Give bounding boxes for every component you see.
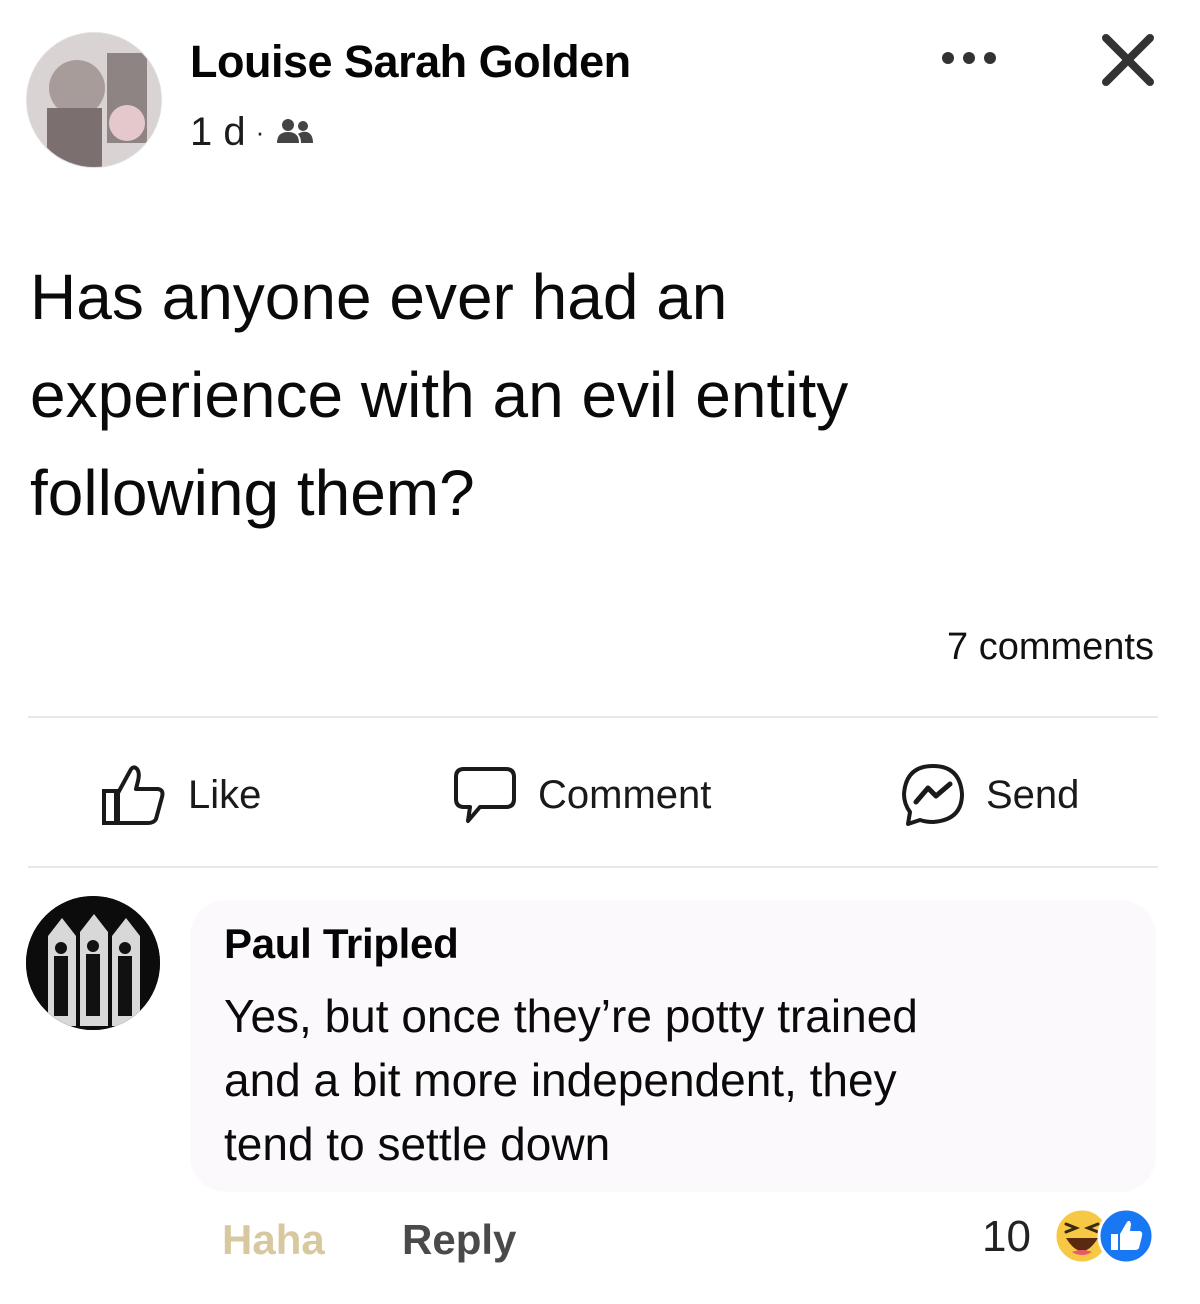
friends-icon: [274, 110, 314, 155]
commenter-avatar[interactable]: [26, 896, 160, 1030]
more-options-icon[interactable]: [938, 38, 1000, 78]
comment-icon: [452, 763, 518, 827]
comment-text-line: tend to settle down: [224, 1118, 611, 1170]
send-label: Send: [986, 772, 1080, 817]
meta-separator: ·: [255, 117, 265, 147]
comment-label: Comment: [538, 772, 712, 817]
post-text-line: experience with an evil entity: [30, 359, 849, 431]
author-name[interactable]: Louise Sarah Golden: [190, 36, 631, 88]
like-emoji-icon: [1096, 1206, 1156, 1266]
close-icon[interactable]: [1100, 32, 1156, 88]
post-meta: 1 d ·: [190, 110, 314, 155]
comment-text-line: and a bit more independent, they: [224, 1054, 897, 1106]
reply-button[interactable]: Reply: [402, 1216, 516, 1264]
divider: [28, 866, 1158, 868]
post-text-line: following them?: [30, 457, 475, 529]
comment-button[interactable]: Comment: [452, 760, 711, 830]
post-text: Has anyone ever had an experience with a…: [30, 248, 1150, 542]
comment-author[interactable]: Paul Tripled: [224, 920, 459, 968]
send-button[interactable]: Send: [900, 760, 1079, 830]
messenger-icon: [900, 762, 966, 828]
comment-text: Yes, but once they’re potty trained and …: [224, 984, 1124, 1176]
reaction-count[interactable]: 10: [982, 1212, 1031, 1262]
post-time[interactable]: 1 d: [190, 110, 246, 155]
divider: [28, 716, 1158, 718]
like-button[interactable]: Like: [100, 760, 261, 830]
haha-reaction-button[interactable]: Haha: [222, 1216, 325, 1264]
comment-text-line: Yes, but once they’re potty trained: [224, 990, 918, 1042]
author-avatar[interactable]: [26, 32, 162, 168]
post-text-line: Has anyone ever had an: [30, 261, 728, 333]
like-icon: [100, 763, 168, 827]
comments-count[interactable]: 7 comments: [947, 626, 1154, 669]
like-label: Like: [188, 772, 262, 817]
